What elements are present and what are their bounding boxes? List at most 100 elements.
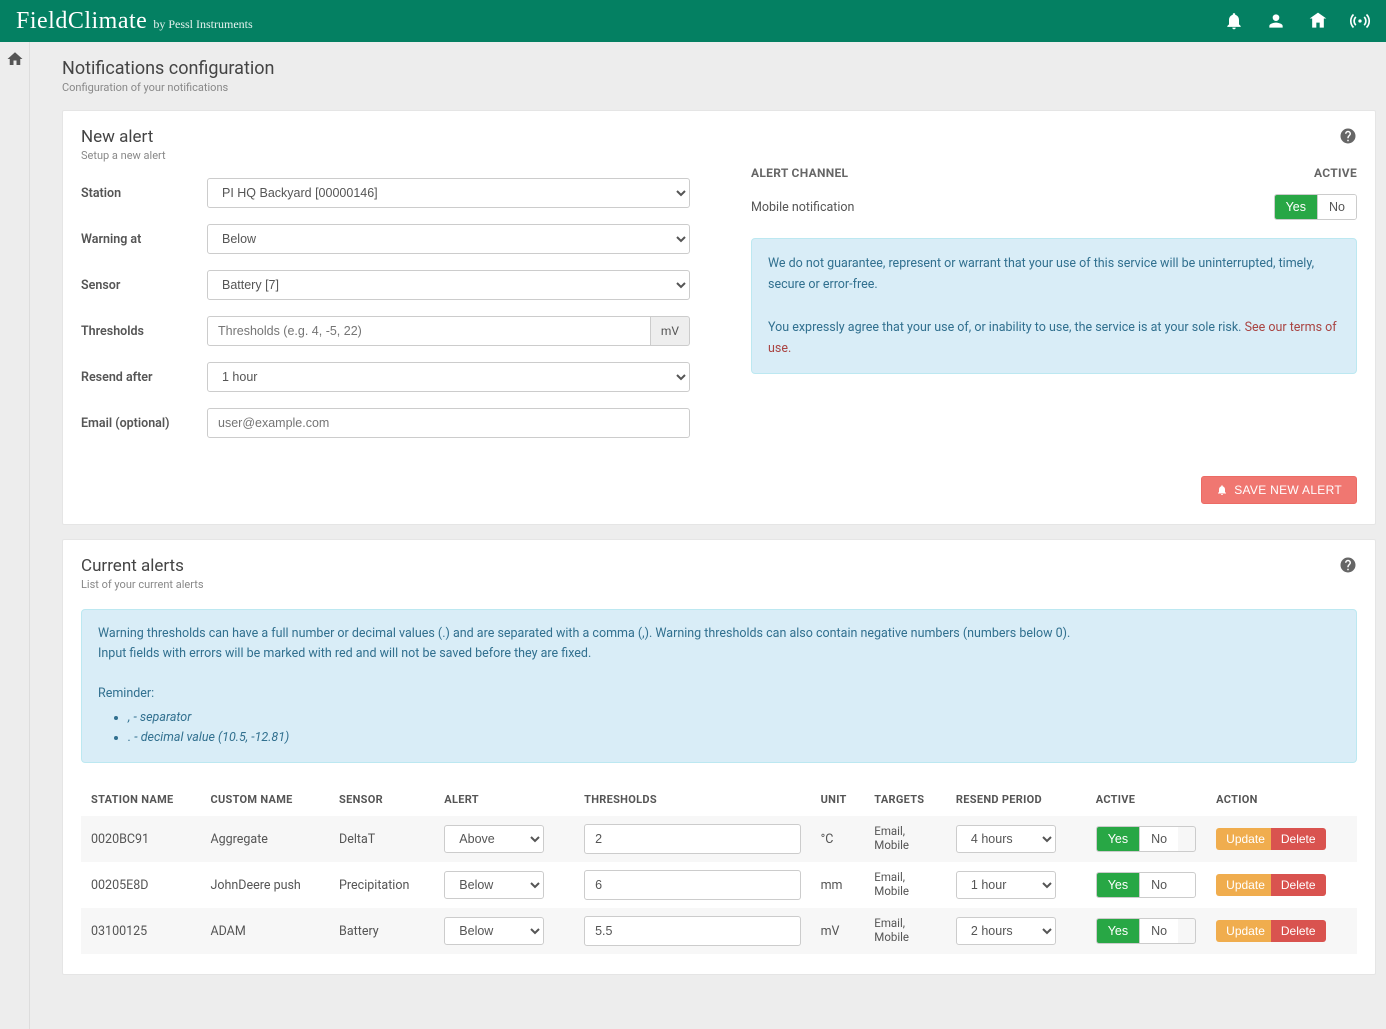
update-button[interactable]: Update — [1216, 920, 1275, 942]
broadcast-icon[interactable] — [1350, 11, 1370, 31]
table-row: 00205E8DJohnDeere pushPrecipitation Below… — [81, 862, 1357, 908]
cell-sensor: Precipitation — [329, 862, 434, 908]
delete-button[interactable]: Delete — [1271, 828, 1326, 850]
cell-targets: Email,Mobile — [864, 908, 946, 954]
current-alerts-title: Current alerts — [81, 556, 204, 576]
disclaimer-line2: You expressly agree that your use of, or… — [768, 320, 1245, 335]
label-sensor: Sensor — [81, 278, 207, 293]
col-sensor: SENSOR — [329, 783, 434, 816]
info-bullet1: , - separator — [128, 710, 191, 725]
current-alerts-sub: List of your current alerts — [81, 578, 204, 591]
col-station: STATION NAME — [81, 783, 200, 816]
cell-custom: JohnDeere push — [200, 862, 329, 908]
cell-targets: Email,Mobile — [864, 862, 946, 908]
label-thresholds: Thresholds — [81, 324, 207, 339]
row-yes-button[interactable]: Yes — [1097, 827, 1140, 851]
cell-sensor: Battery — [329, 908, 434, 954]
row-no-button[interactable]: No — [1140, 827, 1178, 851]
new-alert-title: New alert — [81, 127, 166, 147]
user-icon[interactable] — [1266, 11, 1286, 31]
help-icon[interactable] — [1339, 556, 1357, 574]
page-subtitle: Configuration of your notifications — [62, 81, 1376, 94]
station-select[interactable]: PI HQ Backyard [00000146] — [207, 178, 690, 208]
delete-button[interactable]: Delete — [1271, 874, 1326, 896]
cell-unit: °C — [811, 816, 865, 862]
label-resend: Resend after — [81, 370, 207, 385]
label-station: Station — [81, 186, 207, 201]
row-resend-select[interactable]: 4 hours — [956, 825, 1056, 853]
table-row: 0020BC91AggregateDeltaTAbove°CEmail,Mobi… — [81, 816, 1357, 862]
threshold-unit: mV — [651, 316, 690, 346]
row-resend-select[interactable]: 2 hours — [956, 917, 1056, 945]
cell-unit: mm — [811, 862, 865, 908]
cell-station: 00205E8D — [81, 862, 200, 908]
home-icon[interactable] — [6, 50, 24, 68]
label-email: Email (optional) — [81, 416, 207, 431]
info-line2: Input fields with errors will be marked … — [98, 644, 1340, 664]
label-warning: Warning at — [81, 232, 207, 247]
new-alert-sub: Setup a new alert — [81, 149, 166, 162]
current-alerts-card: Current alerts List of your current aler… — [62, 539, 1376, 975]
topbar: FieldClimate by Pessl Instruments — [0, 0, 1386, 42]
email-input[interactable] — [207, 408, 690, 438]
col-targets: TARGETS — [864, 783, 946, 816]
channel-no-button[interactable]: No — [1318, 195, 1356, 219]
sidebar — [0, 42, 30, 1029]
channel-name: Mobile notification — [751, 200, 854, 215]
channel-header: ALERT CHANNEL — [751, 166, 848, 180]
channel-toggle: Yes No — [1274, 194, 1357, 220]
brand-byline: by Pessl Instruments — [153, 17, 252, 32]
row-threshold-input[interactable] — [584, 916, 801, 946]
row-no-button[interactable]: No — [1140, 919, 1178, 943]
row-yes-button[interactable]: Yes — [1097, 873, 1140, 897]
info-line1: Warning thresholds can have a full numbe… — [98, 624, 1340, 644]
cell-targets: Email,Mobile — [864, 816, 946, 862]
alerts-info-box: Warning thresholds can have a full numbe… — [81, 609, 1357, 763]
station-icon[interactable] — [1308, 11, 1328, 31]
update-button[interactable]: Update — [1216, 828, 1275, 850]
brand: FieldClimate by Pessl Instruments — [16, 9, 253, 33]
row-active-toggle: YesNo — [1096, 872, 1196, 898]
row-alert-select[interactable]: Above — [444, 825, 544, 853]
resend-select[interactable]: 1 hour — [207, 362, 690, 392]
row-no-button[interactable]: No — [1140, 873, 1178, 897]
cell-custom: Aggregate — [200, 816, 329, 862]
row-threshold-input[interactable] — [584, 824, 801, 854]
bell-small-icon — [1216, 484, 1228, 496]
row-alert-select[interactable]: Below — [444, 917, 544, 945]
help-icon[interactable] — [1339, 127, 1357, 145]
active-header: ACTIVE — [1314, 166, 1357, 180]
topbar-actions — [1224, 11, 1370, 31]
main: Notifications configuration Configuratio… — [30, 42, 1386, 1029]
disclaimer-box: We do not guarantee, represent or warran… — [751, 238, 1357, 374]
update-button[interactable]: Update — [1216, 874, 1275, 896]
col-thresh: THRESHOLDS — [574, 783, 811, 816]
channel-yes-button[interactable]: Yes — [1275, 195, 1318, 219]
row-active-toggle: YesNo — [1096, 918, 1196, 944]
alerts-table: STATION NAME CUSTOM NAME SENSOR ALERT TH… — [81, 783, 1357, 954]
bell-icon[interactable] — [1224, 11, 1244, 31]
sensor-select[interactable]: Battery [7] — [207, 270, 690, 300]
info-reminder: Reminder: — [98, 684, 1340, 704]
info-bullet2: . - decimal value (10.5, -12.81) — [128, 730, 289, 745]
col-active: ACTIVE — [1086, 783, 1206, 816]
thresholds-input[interactable] — [207, 316, 651, 346]
cell-sensor: DeltaT — [329, 816, 434, 862]
row-active-toggle: YesNo — [1096, 826, 1196, 852]
row-alert-select[interactable]: Below — [444, 871, 544, 899]
col-unit: UNIT — [811, 783, 865, 816]
warning-select[interactable]: Below — [207, 224, 690, 254]
row-resend-select[interactable]: 1 hour — [956, 871, 1056, 899]
save-new-alert-button[interactable]: SAVE NEW ALERT — [1201, 476, 1357, 504]
table-row: 03100125ADAMBatteryBelowmVEmail,Mobile2 … — [81, 908, 1357, 954]
col-alert: ALERT — [434, 783, 574, 816]
disclaimer-line1: We do not guarantee, represent or warran… — [768, 253, 1340, 296]
cell-station: 03100125 — [81, 908, 200, 954]
col-action: ACTION — [1206, 783, 1357, 816]
col-resend: RESEND PERIOD — [946, 783, 1086, 816]
row-yes-button[interactable]: Yes — [1097, 919, 1140, 943]
row-threshold-input[interactable] — [584, 870, 801, 900]
delete-button[interactable]: Delete — [1271, 920, 1326, 942]
cell-unit: mV — [811, 908, 865, 954]
new-alert-card: New alert Setup a new alert Station PI H… — [62, 110, 1376, 525]
